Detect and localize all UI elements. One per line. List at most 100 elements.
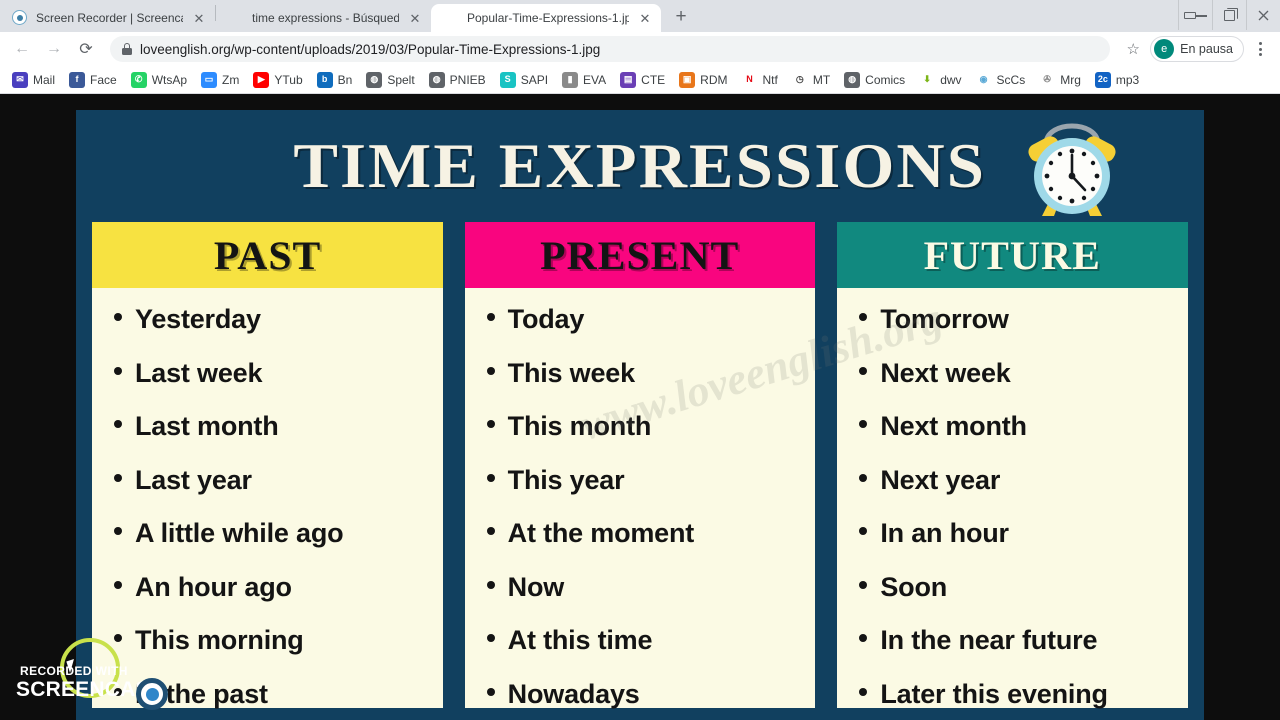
new-tab-button[interactable]: + bbox=[667, 2, 695, 30]
dwv-icon: ⬇ bbox=[919, 71, 936, 88]
bookmark-mail[interactable]: ✉ Mail bbox=[6, 69, 61, 91]
list-item: This month bbox=[486, 413, 806, 440]
chrome-menu-button[interactable] bbox=[1248, 36, 1272, 62]
bookmark-eva[interactable]: ▮ EVA bbox=[556, 69, 612, 91]
tab-popular-time-expressions[interactable]: Popular-Time-Expressions-1.jpg ✕ bbox=[431, 4, 661, 32]
bullet-icon bbox=[859, 420, 868, 428]
bullet-icon bbox=[114, 420, 122, 428]
bookmark-label: dwv bbox=[940, 72, 962, 87]
tab-google-search[interactable]: time expressions - Búsqueda de ✕ bbox=[216, 4, 431, 32]
forward-button[interactable]: → bbox=[40, 35, 68, 63]
profile-label: En pausa bbox=[1180, 42, 1233, 56]
browser-toolbar: ← → ⟳ loveenglish.org/wp-content/uploads… bbox=[0, 32, 1280, 66]
back-button[interactable]: ← bbox=[8, 35, 36, 63]
close-icon bbox=[1258, 10, 1269, 20]
list-item: This year bbox=[486, 464, 806, 495]
bookmark-pnieb[interactable]: ◍ PNIEB bbox=[423, 69, 492, 91]
google-icon bbox=[228, 10, 244, 26]
bullet-icon bbox=[114, 634, 122, 642]
list-item: Later this evening bbox=[859, 680, 1178, 708]
tab-close-button[interactable]: ✕ bbox=[407, 10, 423, 26]
bookmark-ntf[interactable]: N Ntf bbox=[736, 69, 784, 91]
comics-icon: ◍ bbox=[844, 71, 861, 88]
bookmark-rdm[interactable]: ▣ RDM bbox=[673, 69, 733, 91]
reload-button[interactable]: ⟳ bbox=[72, 35, 100, 63]
minimize-button[interactable] bbox=[1178, 0, 1212, 30]
bullet-icon bbox=[114, 580, 122, 589]
bookmark-mrg[interactable]: ✇ Mrg bbox=[1033, 69, 1087, 91]
tab-close-button[interactable]: ✕ bbox=[191, 10, 207, 26]
bookmark-bn[interactable]: b Bn bbox=[311, 69, 359, 91]
column-past: PAST Yesterday Last week Last month Last yea… bbox=[92, 222, 443, 708]
bullet-icon bbox=[859, 366, 868, 375]
rdm-icon: ▣ bbox=[679, 71, 696, 88]
column-header-present: PRESENT bbox=[464, 222, 816, 288]
bookmark-zm[interactable]: ▭ Zm bbox=[195, 69, 245, 91]
bookmark-label: Face bbox=[90, 72, 117, 87]
tab-screen-recorder[interactable]: Screen Recorder | Screencast-O- ✕ bbox=[0, 4, 215, 32]
bookmark-sccs[interactable]: ◉ ScCs bbox=[970, 69, 1032, 91]
expression-list: Yesterday Last week Last month Last year A l… bbox=[114, 306, 433, 708]
column-heading-text: PRESENT bbox=[540, 232, 740, 278]
sapi-icon: S bbox=[499, 71, 516, 88]
list-item: This week bbox=[486, 359, 806, 387]
list-item: Last year bbox=[114, 464, 433, 495]
bullet-icon bbox=[486, 313, 495, 321]
bookmark-label: YTub bbox=[274, 72, 303, 87]
list-item-label: Next week bbox=[880, 357, 1011, 388]
bookmark-label: ScCs bbox=[996, 72, 1026, 87]
bookmark-face[interactable]: f Face bbox=[63, 69, 123, 91]
list-item-label: Tomorrow bbox=[880, 304, 1009, 334]
bullet-icon bbox=[114, 527, 122, 535]
zm-icon: ▭ bbox=[201, 71, 218, 88]
list-item-label: Last year bbox=[135, 464, 252, 495]
list-item: Last month bbox=[114, 413, 433, 440]
expression-list: Today This week This month This year At the … bbox=[486, 306, 806, 708]
list-item-label: Now bbox=[507, 571, 565, 602]
list-item-label: Next year bbox=[880, 464, 1001, 495]
time-expressions-poster: TIME EXPRESSIONS PAST Yesterday Last wee… bbox=[76, 110, 1204, 720]
sccs-icon: ◉ bbox=[975, 71, 992, 88]
bn-icon: b bbox=[316, 71, 333, 88]
bullet-icon bbox=[859, 473, 868, 482]
list-item-label: In the past bbox=[135, 678, 268, 709]
spelt-icon: ◍ bbox=[366, 71, 383, 88]
list-item: In an hour bbox=[859, 520, 1178, 547]
bookmark-label: WtsAp bbox=[151, 72, 188, 87]
lock-icon bbox=[122, 43, 132, 55]
bookmarks-bar: ✉ Mail f Face ✆ WtsAp ▭ Zm ▶ YTub b Bn ◍ Spelt ◍ PNIEB S… bbox=[0, 66, 1280, 94]
column-present: PRESENT Today This week This month This year… bbox=[464, 222, 816, 708]
bookmark-spelt[interactable]: ◍ Spelt bbox=[360, 69, 420, 91]
bullet-icon bbox=[114, 473, 122, 482]
bookmark-comics[interactable]: ◍ Comics bbox=[838, 69, 911, 91]
bookmark-mp3[interactable]: 2c mp3 bbox=[1089, 69, 1145, 91]
bookmark-sapi[interactable]: S SAPI bbox=[494, 69, 554, 91]
restore-button[interactable] bbox=[1212, 0, 1246, 30]
bookmark-mt[interactable]: ◷ MT bbox=[786, 69, 836, 91]
profile-button[interactable]: e En pausa bbox=[1150, 36, 1244, 62]
tab-close-button[interactable]: ✕ bbox=[637, 10, 653, 26]
bullet-icon bbox=[486, 527, 495, 535]
bookmark-dwv[interactable]: ⬇ dwv bbox=[913, 69, 967, 91]
list-item: At this time bbox=[486, 627, 806, 654]
bookmark-label: Mrg bbox=[1060, 72, 1081, 87]
address-bar[interactable]: loveenglish.org/wp-content/uploads/2019/… bbox=[110, 36, 1111, 62]
bookmark-wtsap[interactable]: ✆ WtsAp bbox=[125, 69, 193, 91]
bullet-icon bbox=[486, 580, 495, 589]
bullet-icon bbox=[859, 687, 868, 696]
bookmark-label: CTE bbox=[641, 72, 666, 87]
list-item: Tomorrow bbox=[859, 306, 1178, 333]
close-button[interactable] bbox=[1246, 0, 1280, 30]
list-item: In the near future bbox=[859, 627, 1178, 654]
bookmark-cte[interactable]: ▤ CTE bbox=[614, 69, 671, 91]
list-item: At the moment bbox=[486, 520, 806, 547]
bullet-icon bbox=[114, 687, 122, 696]
bookmark-ytub[interactable]: ▶ YTub bbox=[247, 69, 308, 91]
tab-title: Popular-Time-Expressions-1.jpg bbox=[467, 11, 629, 25]
list-item: This morning bbox=[114, 627, 433, 654]
bullet-icon bbox=[859, 313, 868, 321]
bookmark-star-icon[interactable]: ☆ bbox=[1120, 36, 1146, 62]
list-item-label: This year bbox=[507, 464, 625, 495]
column-heading-text: FUTURE bbox=[924, 232, 1102, 278]
bullet-icon bbox=[486, 634, 495, 642]
